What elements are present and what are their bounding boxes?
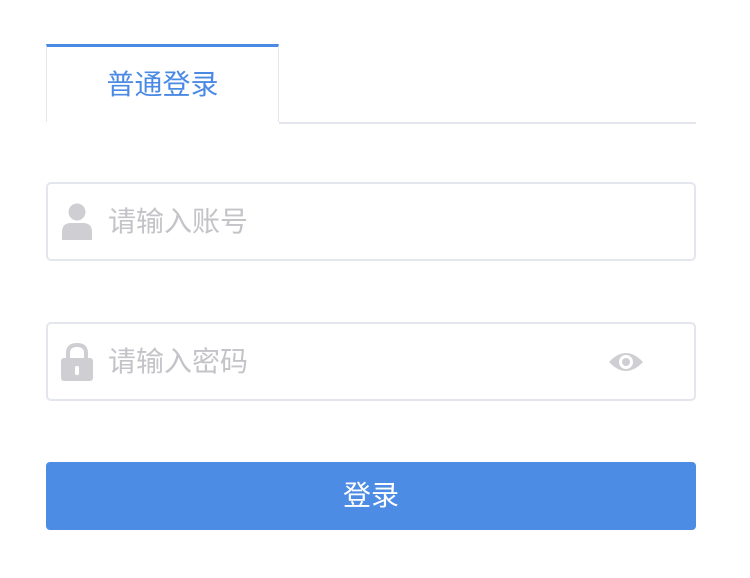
login-button[interactable]: 登录 xyxy=(46,462,696,530)
password-field[interactable] xyxy=(46,322,696,401)
account-field[interactable] xyxy=(46,182,696,261)
login-tabs: 普通登录 xyxy=(46,44,696,125)
eye-icon[interactable] xyxy=(608,348,644,376)
lock-icon xyxy=(61,342,93,381)
account-input[interactable] xyxy=(108,184,588,259)
tab-label: 普通登录 xyxy=(106,68,219,101)
user-icon xyxy=(61,203,93,241)
tab-normal-login[interactable]: 普通登录 xyxy=(46,44,279,125)
password-input[interactable] xyxy=(108,324,588,399)
login-form: 普通登录 登录 xyxy=(46,44,696,530)
